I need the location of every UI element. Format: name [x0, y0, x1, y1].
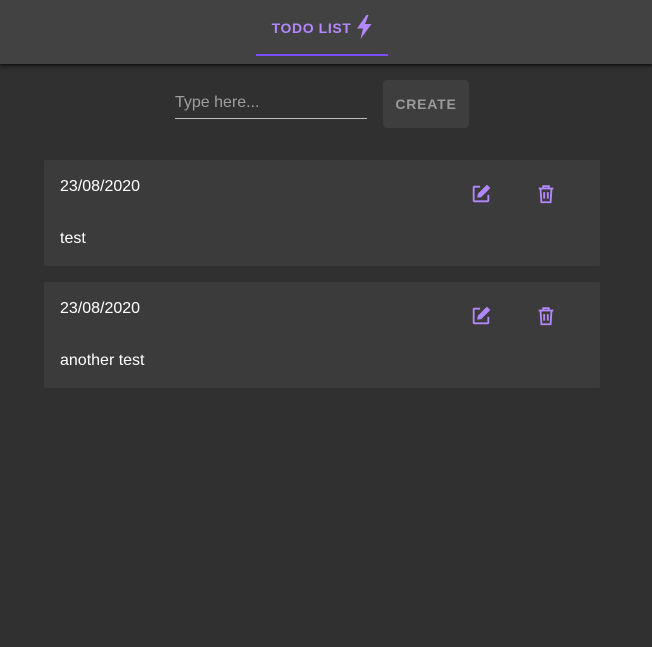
- tab-indicator: [256, 54, 388, 56]
- edit-icon: [470, 183, 492, 205]
- delete-button[interactable]: [534, 304, 558, 328]
- todo-date: 23/08/2020: [60, 178, 141, 195]
- todo-text: another test: [60, 352, 145, 369]
- todo-input[interactable]: [175, 88, 367, 119]
- trash-icon: [535, 305, 557, 327]
- lightning-bolt-icon: [352, 14, 376, 40]
- edit-button[interactable]: [469, 304, 493, 328]
- create-todo-form: CREATE: [0, 80, 652, 128]
- create-button[interactable]: CREATE: [383, 80, 469, 128]
- tab-todo-list[interactable]: TODO LIST: [256, 0, 388, 56]
- edit-button[interactable]: [469, 182, 493, 206]
- tab-label: TODO LIST: [271, 20, 352, 36]
- trash-icon: [535, 183, 557, 205]
- todo-card: 23/08/2020 another test: [44, 282, 600, 388]
- delete-button[interactable]: [534, 182, 558, 206]
- app-bar: TODO LIST: [0, 0, 652, 64]
- todo-input-wrapper: [175, 88, 367, 120]
- todo-text: test: [60, 230, 86, 247]
- edit-icon: [470, 305, 492, 327]
- todo-card: 23/08/2020 test: [44, 160, 600, 266]
- todo-date: 23/08/2020: [60, 300, 141, 317]
